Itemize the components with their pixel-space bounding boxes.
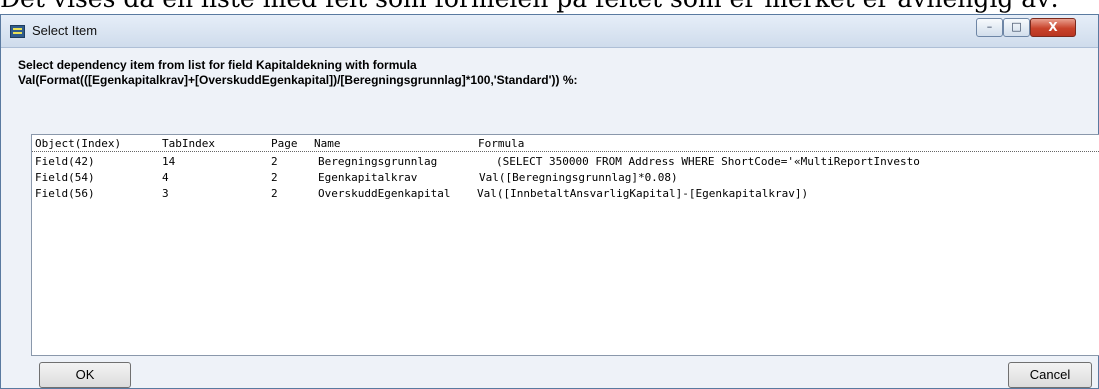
app-icon (10, 25, 25, 38)
tabindex: 4 (162, 171, 169, 184)
cancel-button-label: Cancel (1029, 367, 1071, 382)
column-header-object-index[interactable]: Object(Index) (35, 137, 121, 151)
formula: Val([Beregningsgrunnlag]*0.08) (479, 171, 678, 184)
close-button[interactable]: X (1030, 18, 1076, 37)
dependency-prompt: Select dependency item from list for fie… (18, 58, 577, 88)
ok-button-label: OK (75, 367, 95, 382)
object-index: Field(42) (35, 155, 95, 168)
tabindex: 3 (162, 187, 169, 200)
select-item-dialog: Select Item – □ X Select dependency item… (0, 14, 1099, 389)
title-bar[interactable]: Select Item – □ X (1, 15, 1098, 48)
window-title: Select Item (32, 23, 98, 38)
field-name: Egenkapitalkrav (318, 171, 418, 184)
object-index: Field(56) (35, 187, 95, 200)
tabindex: 14 (162, 155, 176, 168)
field-name: OverskuddEgenkapital (318, 187, 451, 200)
page: 2 (271, 171, 278, 184)
document-text: Det vises da en liste med felt som forme… (0, 0, 1059, 12)
ok-button[interactable]: OK (39, 362, 131, 388)
cancel-button[interactable]: Cancel (1008, 362, 1092, 388)
list-header: Object(Index) TabIndex Page Name Formula (32, 137, 1099, 152)
column-header-formula[interactable]: Formula (478, 137, 524, 151)
column-header-tabindex[interactable]: TabIndex (162, 137, 215, 151)
field-name: Beregningsgrunnlag (318, 155, 438, 168)
column-header-page[interactable]: Page (271, 137, 298, 151)
maximize-button[interactable]: □ (1003, 18, 1030, 37)
column-header-name[interactable]: Name (314, 137, 341, 151)
dependency-list[interactable]: Object(Index) TabIndex Page Name Formula… (31, 134, 1099, 356)
prompt-line-1: Select dependency item from list for fie… (18, 58, 417, 72)
formula: (SELECT 350000 FROM Address WHERE ShortC… (496, 155, 920, 168)
prompt-formula: Val(Format(([Egenkapitalkrav]+[Overskudd… (18, 73, 578, 87)
page: 2 (271, 155, 278, 168)
object-index: Field(54) (35, 171, 95, 184)
formula: Val([InnbetaltAnsvarligKapital]-[Egenkap… (477, 187, 809, 200)
minimize-button[interactable]: – (976, 18, 1003, 37)
page: 2 (271, 187, 278, 200)
